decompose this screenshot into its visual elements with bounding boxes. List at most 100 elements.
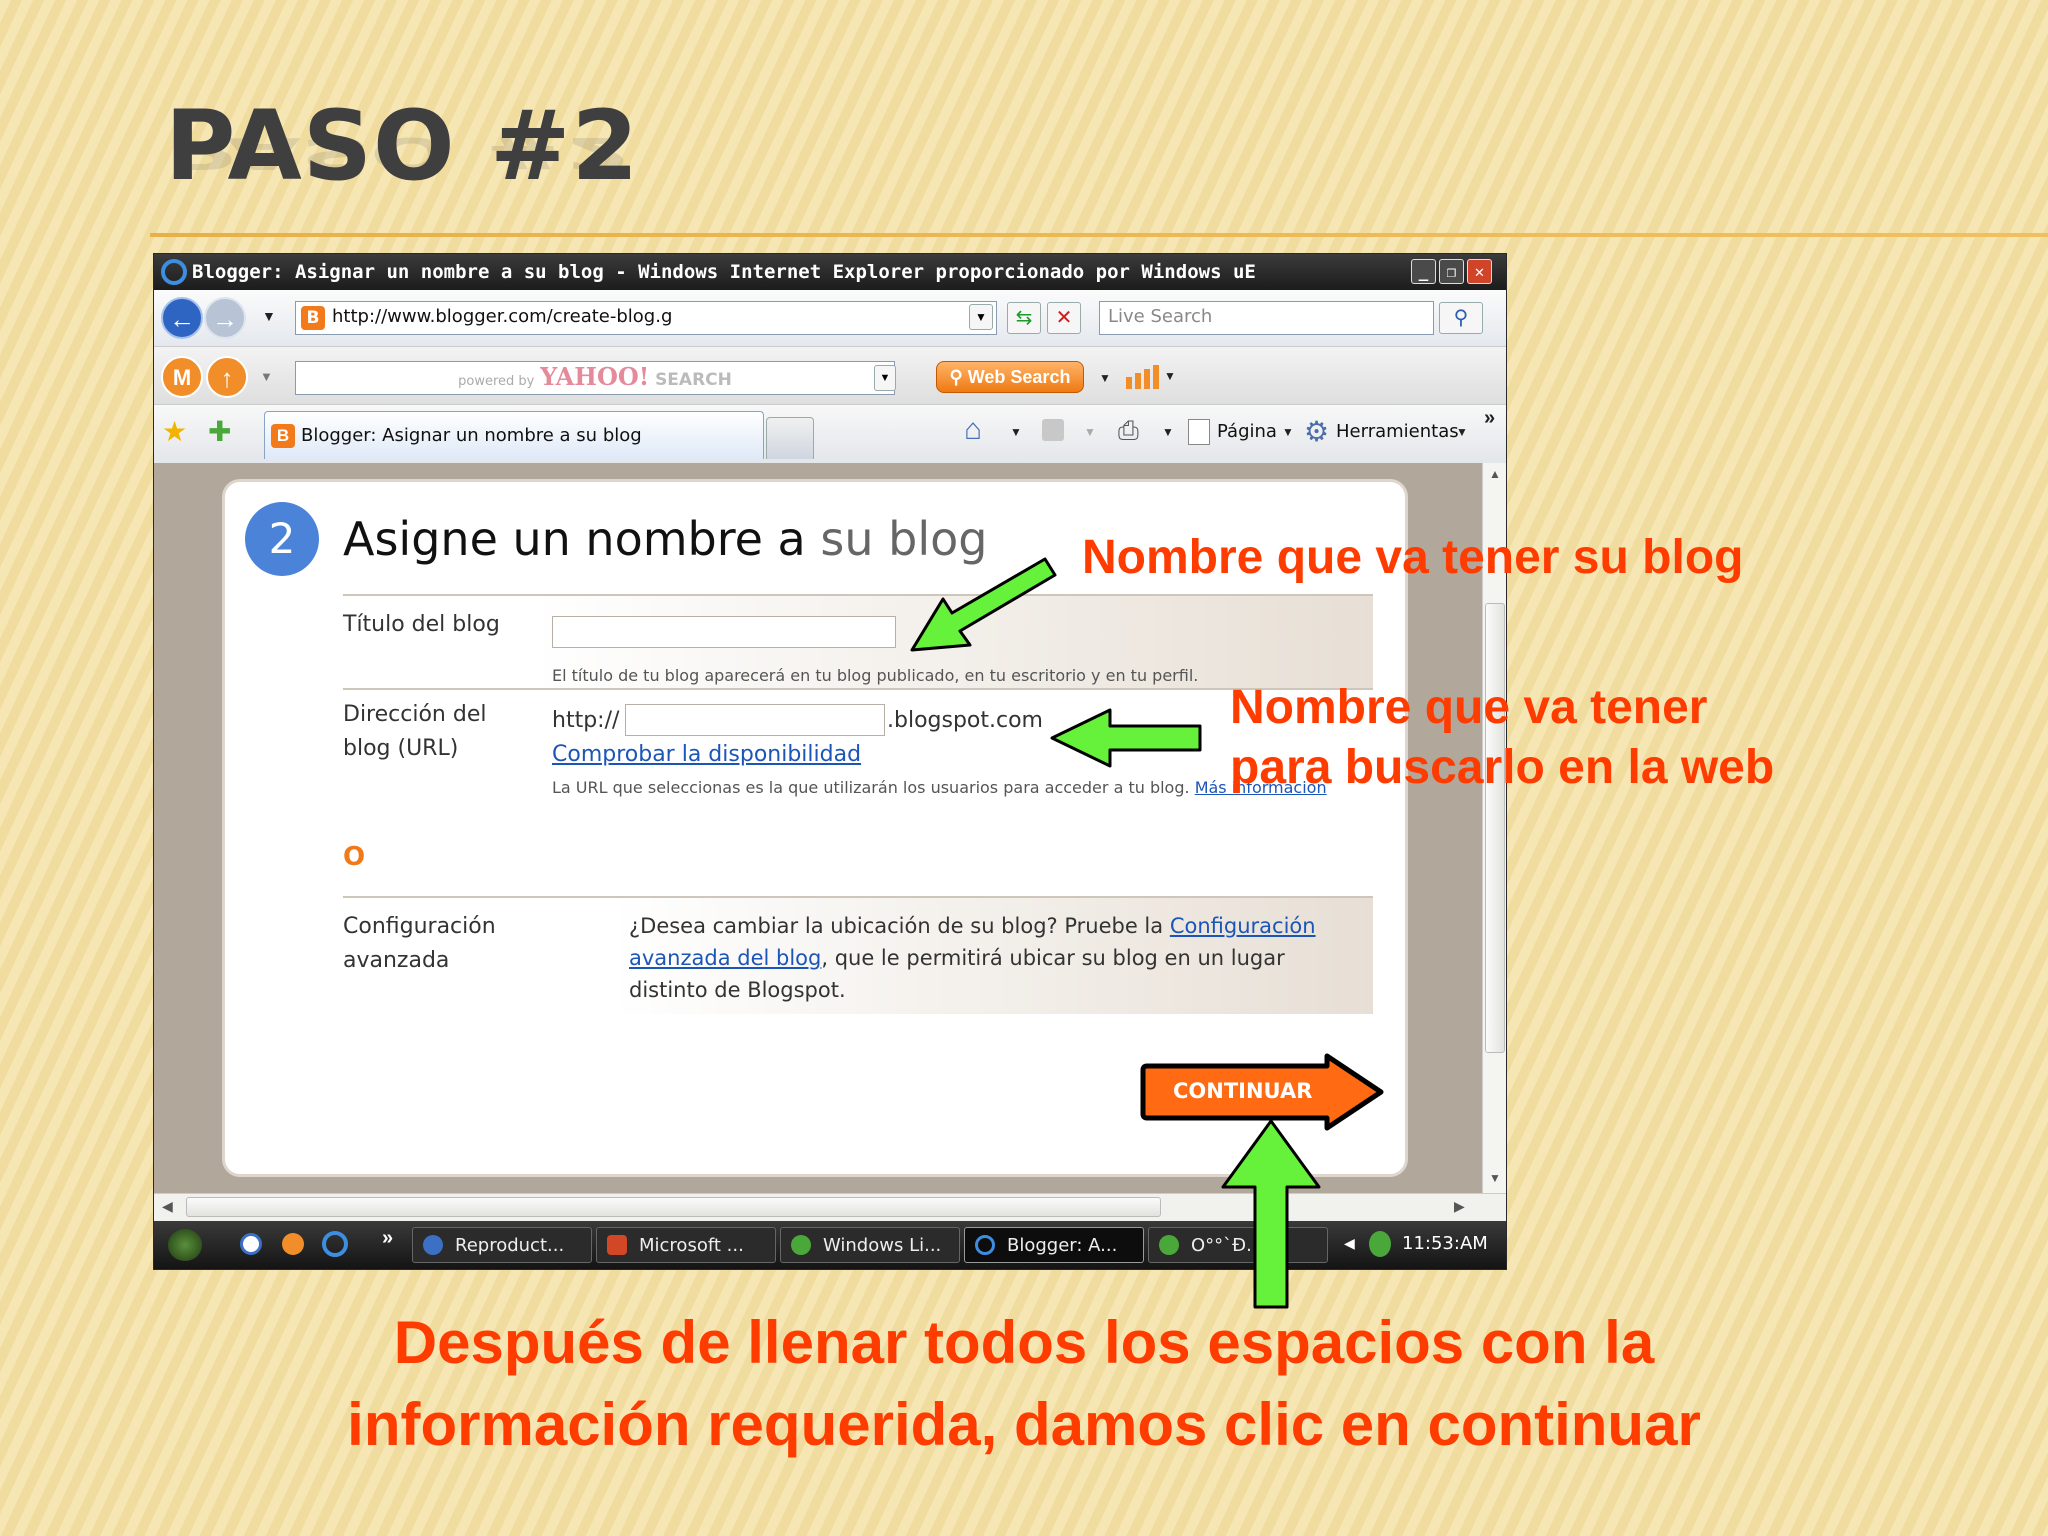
annotation-blog-name: Nombre que va tener su blog	[1082, 531, 1744, 584]
back-button[interactable]: ←	[161, 297, 203, 339]
new-tab-button[interactable]	[766, 417, 814, 459]
advanced-config-link-1[interactable]: Configuración	[1170, 914, 1316, 938]
advanced-config-link-2[interactable]: avanzada del blog	[629, 946, 821, 970]
window-title: Blogger: Asignar un nombre a su blog - W…	[192, 261, 1256, 283]
home-icon[interactable]: ⌂	[964, 413, 982, 447]
messenger-icon[interactable]: M	[161, 356, 203, 398]
advanced-text: ¿Desea cambiar la ubicación de su blog? …	[629, 910, 1369, 1006]
taskbar-item-microsoft[interactable]: Microsoft ...	[596, 1227, 776, 1263]
toolbar-more-chevron[interactable]: »	[1484, 407, 1495, 430]
media-player-icon[interactable]	[240, 1233, 262, 1255]
scroll-right-icon[interactable]: ▶	[1454, 1198, 1465, 1215]
stop-icon[interactable]: ✕	[1047, 302, 1081, 334]
form-heading: Asigne un nombre a su blog	[343, 512, 987, 566]
taskbar-item-windows-live[interactable]: Windows Li...	[780, 1227, 960, 1263]
advanced-label-1: Configuración	[343, 914, 496, 939]
yahoo-powered-by: powered by	[458, 374, 535, 389]
green-arrow-title	[910, 557, 1057, 652]
url-label-1: Dirección del	[343, 702, 487, 727]
magnifier-icon: ⚲	[949, 367, 968, 387]
live-search-input[interactable]: Live Search	[1099, 301, 1434, 335]
yahoo-search-input[interactable]: powered by YAHOO! SEARCH	[295, 361, 895, 395]
forward-button[interactable]: →	[204, 297, 246, 339]
yahoo-search-text: SEARCH	[655, 370, 732, 390]
quicklaunch-more-chevron[interactable]: »	[382, 1227, 393, 1250]
menu-herramientas[interactable]: Herramientas	[1336, 421, 1459, 442]
or-separator: O	[343, 842, 366, 872]
heading-main: Asigne un nombre a	[343, 512, 806, 566]
check-availability-link[interactable]: Comprobar la disponibilidad	[552, 738, 861, 772]
url-hint-text: La URL que seleccionas es la que utiliza…	[552, 778, 1190, 797]
blog-url-input[interactable]	[625, 704, 885, 736]
feeds-dropdown-icon[interactable]: ▼	[1084, 425, 1096, 439]
menu-pagina[interactable]: Página	[1217, 421, 1277, 442]
maximize-button[interactable]: ❐	[1439, 259, 1464, 284]
step-number-badge: 2	[245, 502, 319, 576]
address-toolbar: ← → ▼ B http://www.blogger.com/create-bl…	[154, 290, 1506, 346]
minimize-button[interactable]: _	[1411, 259, 1436, 284]
herramientas-dropdown-icon[interactable]: ▼	[1456, 425, 1468, 439]
refresh-icon[interactable]: ⇆	[1007, 302, 1041, 334]
url-hint: La URL que seleccionas es la que utiliza…	[552, 778, 1327, 797]
advanced-text-3: Blogspot.	[747, 978, 846, 1002]
yahoo-dropdown-icon[interactable]: ▼	[874, 365, 896, 391]
add-favorites-icon[interactable]: ✚	[208, 415, 231, 448]
annotation-footer-1: Después de llenar todos los espacios con…	[393, 1309, 1655, 1376]
taskbar-item-label: Blogger: A...	[1007, 1235, 1118, 1256]
blogger-favicon: B	[301, 306, 325, 330]
feeds-icon[interactable]	[1042, 419, 1064, 441]
print-dropdown-icon[interactable]: ▼	[1162, 425, 1174, 439]
yahoo-toolbar: M ↑ ▼ powered by YAHOO! SEARCH ▼ ⚲ Web S…	[154, 346, 1506, 405]
toolbar-dropdown-icon[interactable]: ▼	[260, 369, 273, 384]
start-button[interactable]	[168, 1229, 202, 1261]
url-suffix: .blogspot.com	[887, 708, 1043, 733]
title-underline	[150, 233, 2048, 237]
title-hint: El título de tu blog aparecerá en tu blo…	[552, 666, 1199, 685]
tab-title: Blogger: Asignar un nombre a su blog	[301, 425, 642, 446]
address-dropdown-icon[interactable]: ▼	[969, 304, 993, 330]
tab-active[interactable]: B Blogger: Asignar un nombre a su blog	[264, 411, 764, 459]
web-search-label: Web Search	[967, 367, 1071, 387]
search-placeholder: Live Search	[1108, 306, 1213, 327]
ie-task-icon	[975, 1235, 995, 1255]
player-icon	[423, 1235, 443, 1255]
blog-title-input[interactable]	[552, 616, 896, 648]
print-icon[interactable]: ⎙	[1118, 415, 1139, 447]
horizontal-scroll-thumb[interactable]	[186, 1197, 1161, 1217]
web-search-button[interactable]: ⚲ Web Search	[936, 361, 1084, 393]
scroll-left-icon[interactable]: ◀	[162, 1198, 173, 1215]
signal-bars-icon[interactable]: ▼	[1126, 363, 1182, 391]
yahoo-up-icon[interactable]: ↑	[206, 356, 248, 398]
history-dropdown-icon[interactable]: ▼	[262, 308, 276, 324]
favorites-star-icon[interactable]: ★	[162, 415, 187, 448]
vertical-scroll-thumb[interactable]	[1485, 603, 1505, 1053]
quicklaunch-ie-icon[interactable]	[322, 1231, 348, 1257]
web-search-dropdown-icon[interactable]: ▼	[1099, 371, 1111, 385]
scroll-up-icon[interactable]: ▲	[1489, 467, 1501, 481]
pagina-dropdown-icon[interactable]: ▼	[1282, 425, 1294, 439]
powerpoint-icon	[607, 1235, 627, 1255]
tray-messenger-icon[interactable]	[1369, 1231, 1391, 1257]
window-titlebar: Blogger: Asignar un nombre a su blog - W…	[154, 254, 1506, 290]
green-arrow-continue	[1221, 1119, 1321, 1309]
tab-bar: ★ ✚ B Blogger: Asignar un nombre a su bl…	[154, 404, 1506, 464]
search-icon[interactable]: ⚲	[1439, 302, 1483, 334]
taskbar-item-blogger[interactable]: Blogger: A...	[964, 1227, 1144, 1263]
annotation-web-name-2: para buscarlo en la web	[1230, 741, 1775, 794]
close-button[interactable]: ✕	[1467, 259, 1492, 284]
slide-title-reflection: PASO #2	[165, 127, 633, 178]
annotation-footer-2: información requerida, damos clic en con…	[347, 1391, 1701, 1458]
address-bar[interactable]: B http://www.blogger.com/create-blog.g	[295, 301, 997, 335]
yahoo-logo: YAHOO!	[540, 362, 650, 391]
page-icon[interactable]	[1188, 419, 1210, 445]
annotation-web-name-1: Nombre que va tener	[1230, 681, 1708, 734]
taskbar-item-reproductor[interactable]: Reproduct...	[412, 1227, 592, 1263]
url-prefix: http://	[552, 708, 620, 733]
home-dropdown-icon[interactable]: ▼	[1010, 425, 1022, 439]
row-divider	[343, 688, 1373, 690]
advanced-text-1: ¿Desea cambiar la ubicación de su blog? …	[629, 914, 1164, 938]
scroll-down-icon[interactable]: ▼	[1489, 1171, 1501, 1185]
tools-gear-icon[interactable]: ⚙	[1304, 415, 1329, 448]
firefox-icon[interactable]	[282, 1233, 304, 1255]
tray-expand-icon[interactable]: ◀	[1344, 1235, 1355, 1252]
